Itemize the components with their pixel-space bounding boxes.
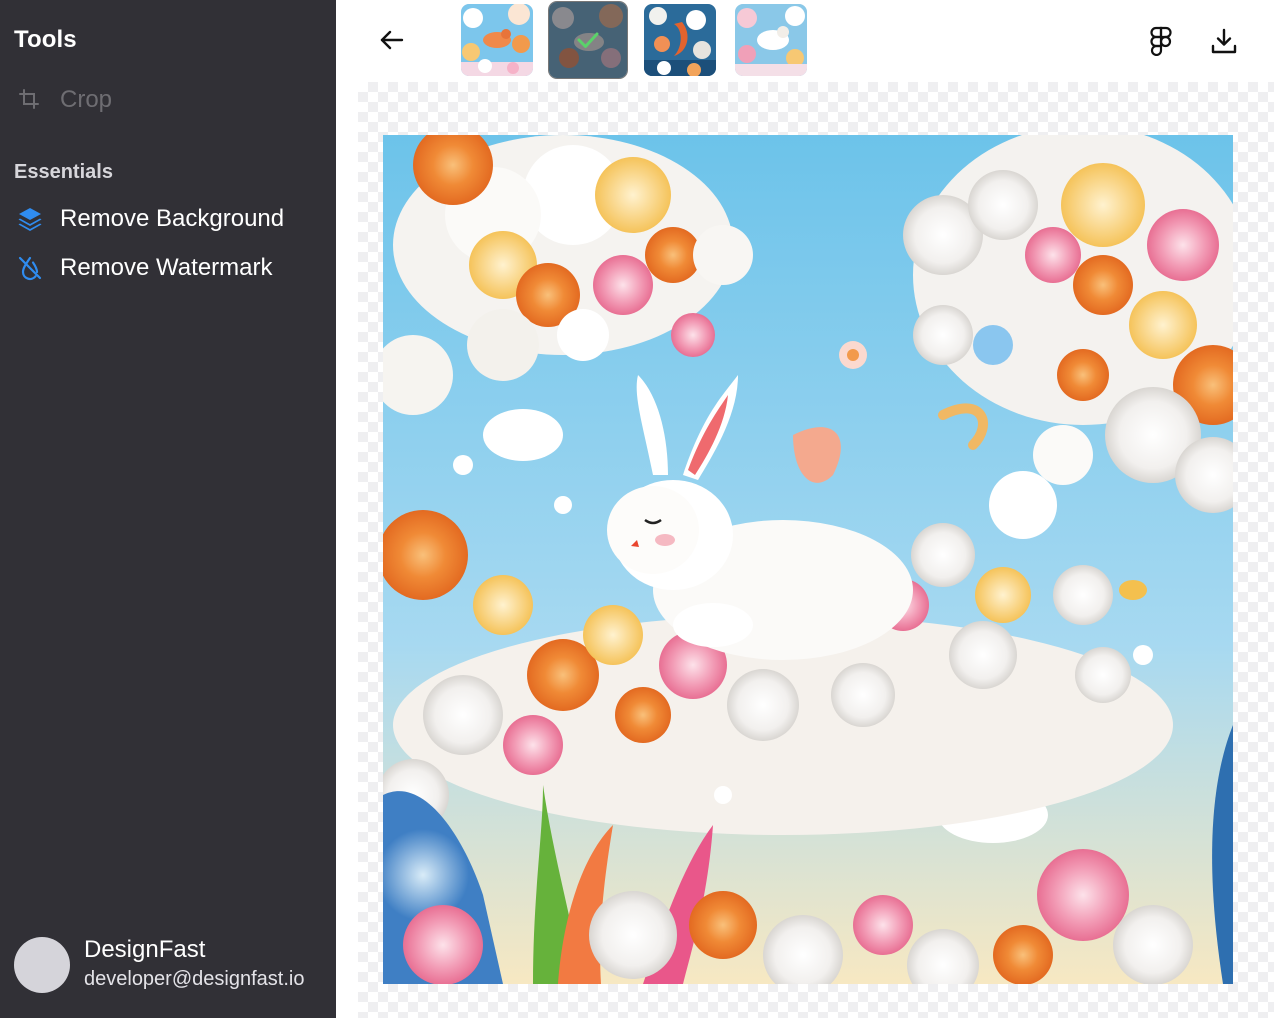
download-button[interactable] — [1207, 24, 1241, 58]
thumbnail-image — [461, 4, 533, 76]
back-button[interactable] — [376, 24, 408, 56]
sidebar-title: Tools — [14, 26, 77, 53]
watermark-off-icon — [14, 252, 46, 284]
figma-icon — [1150, 26, 1172, 56]
essentials-heading: Essentials — [14, 161, 113, 183]
preview-image — [383, 135, 1233, 984]
quilled-bunny-artwork — [383, 135, 1233, 984]
tool-remove-watermark-label: Remove Watermark — [60, 254, 273, 281]
thumbnail-image — [644, 4, 716, 76]
user-email: developer@designfast.io — [84, 968, 305, 990]
crop-icon — [14, 84, 46, 116]
tool-remove-background-label: Remove Background — [60, 205, 285, 232]
thumbnail-1[interactable] — [461, 4, 533, 76]
thumbnail-2[interactable] — [549, 2, 627, 78]
user-profile[interactable]: DesignFast developer@designfast.io — [14, 936, 324, 994]
tool-crop-label: Crop — [60, 86, 113, 113]
tool-remove-watermark[interactable]: Remove Watermark — [14, 251, 272, 285]
user-name: DesignFast — [84, 936, 206, 963]
arrow-left-icon — [380, 30, 404, 50]
sidebar: Tools Crop Essentials Remove Background — [0, 0, 336, 1018]
thumbnail-image — [735, 4, 807, 76]
figma-export-button[interactable] — [1144, 24, 1178, 58]
selected-overlay — [549, 2, 627, 78]
layers-icon — [14, 203, 46, 235]
avatar — [14, 937, 70, 993]
top-toolbar — [336, 0, 1274, 82]
thumbnail-3[interactable] — [644, 4, 716, 76]
tool-remove-background[interactable]: Remove Background — [14, 202, 284, 236]
tool-crop[interactable]: Crop — [14, 83, 112, 117]
thumbnail-4[interactable] — [735, 4, 807, 76]
check-icon — [577, 32, 599, 48]
download-icon — [1211, 28, 1237, 54]
